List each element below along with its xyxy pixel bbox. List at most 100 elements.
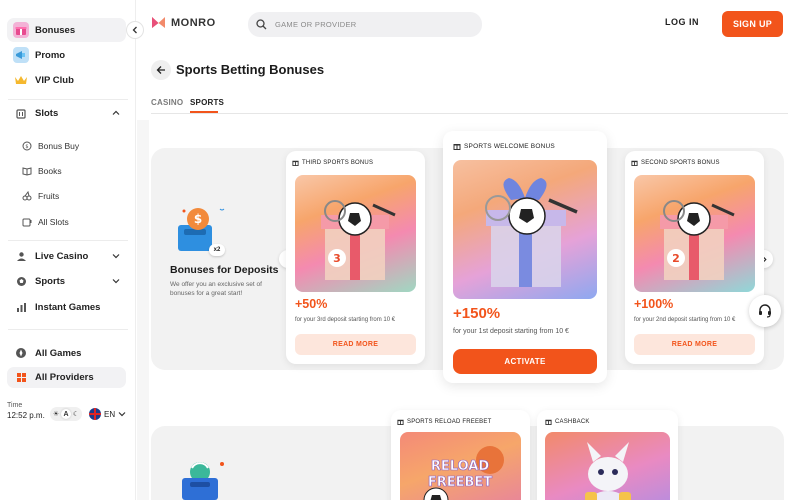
bonus-description: for your 1st deposit starting from 10 € bbox=[453, 328, 569, 335]
logo-text: MONRO bbox=[171, 16, 216, 29]
bonus-card-welcome[interactable]: SPORTS WELCOME BONUS +150% for your 1st … bbox=[443, 131, 607, 383]
time-value: 12:52 p.m. bbox=[7, 411, 45, 420]
bonus-description: for your 3rd deposit starting from 10 € bbox=[295, 317, 396, 323]
search-bar[interactable] bbox=[248, 12, 482, 37]
sidebar-item-promo[interactable]: Promo bbox=[7, 43, 126, 67]
card-label-text: SECOND SPORTS BONUS bbox=[641, 159, 720, 166]
card-label: SECOND SPORTS BONUS bbox=[631, 159, 720, 166]
bonus-image-welcome bbox=[453, 160, 597, 299]
signup-button[interactable]: SIGN UP bbox=[722, 11, 783, 37]
moon-icon: ☾ bbox=[72, 411, 80, 418]
sidebar-item-label: Instant Games bbox=[35, 301, 101, 313]
bonus-card-cashback[interactable]: CASHBACK bbox=[537, 410, 678, 500]
bonus-description: for your 2nd deposit starting from 10 € bbox=[634, 317, 736, 323]
sidebar-sub-fruits[interactable]: Fruits bbox=[22, 186, 59, 206]
deposits-title: Bonuses for Deposits bbox=[170, 264, 279, 276]
dealer-icon bbox=[13, 248, 29, 264]
sidebar-collapse-button[interactable] bbox=[126, 21, 144, 39]
crown-icon bbox=[13, 72, 29, 88]
sidebar-sub-bonus-buy[interactable]: $ Bonus Buy bbox=[22, 136, 79, 156]
read-more-button[interactable]: READ MORE bbox=[634, 334, 755, 355]
theme-toggle[interactable]: ☀ A ☾ bbox=[50, 407, 82, 421]
gift-icon bbox=[631, 160, 638, 166]
sidebar-item-instant-games[interactable]: Instant Games bbox=[7, 295, 126, 319]
sidebar-item-all-providers[interactable]: All Providers bbox=[7, 367, 126, 388]
bonus-card-third[interactable]: THIRD SPORTS BONUS 3 +50% for your 3rd d… bbox=[286, 151, 425, 364]
sidebar-item-vip-club[interactable]: VIP Club bbox=[7, 68, 126, 92]
deposits-description: We offer you an exclusive set of bonuses… bbox=[170, 281, 262, 297]
logo-icon bbox=[152, 17, 165, 28]
login-button[interactable]: LOG IN bbox=[665, 17, 699, 27]
card-label-text: SPORTS RELOAD FREEBET bbox=[407, 418, 492, 425]
tab-active-indicator bbox=[190, 111, 218, 113]
sidebar-item-label: Bonuses bbox=[35, 24, 76, 36]
logo[interactable]: MONRO bbox=[151, 15, 216, 30]
slot-icon bbox=[22, 218, 32, 227]
content-edge bbox=[137, 120, 149, 500]
card-label: THIRD SPORTS BONUS bbox=[292, 159, 373, 166]
bonus-percent: +50% bbox=[295, 297, 328, 311]
sun-icon: ☀ bbox=[52, 411, 60, 418]
sidebar-item-label: VIP Club bbox=[35, 74, 74, 86]
search-input[interactable] bbox=[275, 20, 455, 29]
chevron-down-icon bbox=[112, 254, 120, 259]
search-icon bbox=[256, 19, 267, 30]
bonus-image-reload: RELOAD FREEBET bbox=[400, 432, 521, 500]
promo-illustration bbox=[170, 458, 230, 500]
sidebar-item-label: All Providers bbox=[35, 372, 94, 383]
sidebar-divider bbox=[8, 329, 128, 330]
page-title: Sports Betting Bonuses bbox=[176, 62, 325, 77]
headset-icon bbox=[759, 304, 771, 318]
bonus-card-reload-freebet[interactable]: SPORTS RELOAD FREEBET RELOAD FREEBET bbox=[391, 410, 530, 500]
sidebar-sub-all-slots[interactable]: All Slots bbox=[22, 212, 69, 232]
card-label: SPORTS RELOAD FREEBET bbox=[397, 418, 491, 425]
coin-icon: $ bbox=[22, 141, 32, 151]
tab-casino[interactable]: CASINO bbox=[151, 98, 183, 107]
bonus-percent: +100% bbox=[634, 297, 674, 311]
sidebar-item-sports[interactable]: Sports bbox=[7, 269, 126, 293]
language-selector[interactable]: EN bbox=[89, 408, 126, 420]
reload-image-text: RELOAD bbox=[431, 459, 489, 474]
sidebar-divider bbox=[8, 240, 128, 241]
card-label: SPORTS WELCOME BONUS bbox=[453, 142, 555, 150]
sidebar-item-label: Promo bbox=[35, 49, 66, 61]
book-icon bbox=[22, 167, 32, 176]
gift-icon bbox=[545, 419, 552, 425]
gift-icon bbox=[453, 144, 461, 150]
bonus-card-second[interactable]: SECOND SPORTS BONUS 2 +100% for your 2nd… bbox=[625, 151, 764, 364]
support-chat-button[interactable] bbox=[749, 295, 781, 327]
gift-icon bbox=[13, 22, 29, 38]
sidebar-sub-label: Bonus Buy bbox=[38, 141, 80, 151]
sidebar-item-bonuses[interactable]: Bonuses bbox=[7, 18, 126, 42]
theme-auto: A bbox=[61, 409, 71, 419]
back-button[interactable] bbox=[151, 60, 171, 80]
grid-icon bbox=[13, 370, 29, 386]
megaphone-icon bbox=[13, 47, 29, 63]
chevron-up-icon bbox=[112, 110, 120, 115]
card-number: 2 bbox=[672, 252, 680, 265]
chevron-left-icon bbox=[132, 26, 137, 34]
chevron-down-icon bbox=[118, 412, 126, 417]
compass-icon bbox=[13, 345, 29, 361]
sidebar-item-label: Sports bbox=[35, 275, 66, 287]
svg-text:$: $ bbox=[194, 212, 202, 226]
multiplier-badge: x2 bbox=[209, 244, 225, 256]
sidebar-item-live-casino[interactable]: Live Casino bbox=[7, 244, 126, 268]
tab-sports[interactable]: SPORTS bbox=[190, 98, 224, 107]
sidebar-item-all-games[interactable]: All Games bbox=[7, 341, 126, 365]
time-label: Time bbox=[7, 402, 23, 409]
chevron-down-icon bbox=[112, 279, 120, 284]
sidebar-item-label: All Games bbox=[35, 347, 82, 359]
sidebar-item-slots[interactable]: Slots bbox=[7, 101, 126, 125]
bonus-image-third: 3 bbox=[295, 175, 416, 292]
sidebar: Bonuses Promo VIP Club Slots $ Bonus Buy… bbox=[0, 0, 136, 500]
chart-icon bbox=[13, 299, 29, 315]
sidebar-sub-label: Books bbox=[38, 166, 62, 176]
sidebar-sub-books[interactable]: Books bbox=[22, 161, 62, 181]
sidebar-item-label: Live Casino bbox=[35, 250, 89, 262]
card-number: 3 bbox=[333, 252, 341, 265]
activate-button[interactable]: ACTIVATE bbox=[453, 349, 597, 374]
gift-icon bbox=[397, 419, 404, 425]
gift-icon bbox=[292, 160, 299, 166]
read-more-button[interactable]: READ MORE bbox=[295, 334, 416, 355]
